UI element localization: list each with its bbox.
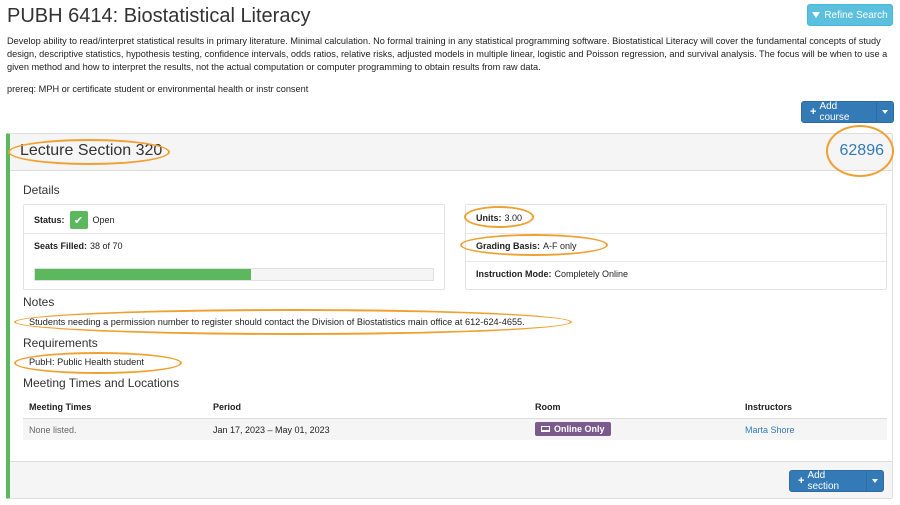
- mode-value: Completely Online: [554, 269, 629, 279]
- refine-search-button[interactable]: Refine Search: [807, 4, 893, 26]
- caret-down-icon: [881, 110, 888, 114]
- column-header-meeting-times: Meeting Times: [29, 402, 92, 412]
- grading-row: Grading Basis: A-F only: [476, 241, 577, 251]
- status-row: Status: ✔ Open: [34, 211, 115, 229]
- seats-value: 38 of 70: [90, 241, 123, 251]
- meetings-heading: Meeting Times and Locations: [23, 376, 180, 390]
- filter-icon: [812, 12, 821, 18]
- course-info-box: Units: 3.00 Grading Basis: A-F only Inst…: [465, 204, 887, 290]
- units-row: Units: 3.00: [476, 213, 522, 223]
- refine-search-label: Refine Search: [824, 9, 888, 21]
- check-icon: ✔: [69, 211, 88, 229]
- room-badge: Online Only: [535, 422, 611, 436]
- divider: [24, 233, 444, 234]
- add-section-button[interactable]: + Add section: [789, 470, 884, 492]
- mode-label: Instruction Mode:: [476, 269, 552, 279]
- section-footer: [10, 461, 892, 498]
- course-prereq: prereq: MPH or certificate student or en…: [7, 84, 309, 94]
- course-title: PUBH 6414: Biostatistical Literacy: [7, 5, 311, 27]
- seats-progress-bar: [34, 268, 434, 281]
- requirements-text: PubH: Public Health student: [29, 357, 144, 367]
- units-value: 3.00: [504, 213, 523, 223]
- details-heading: Details: [23, 183, 60, 197]
- requirements-heading: Requirements: [23, 336, 98, 350]
- section-title: Lecture Section 320: [20, 142, 163, 159]
- add-section-dropdown-toggle[interactable]: [865, 471, 883, 491]
- section-header: Lecture Section 320 62896: [10, 134, 892, 171]
- notes-heading: Notes: [23, 295, 55, 309]
- section-panel: Lecture Section 320 62896 Details Status…: [6, 133, 893, 499]
- seats-label: Seats Filled:: [34, 241, 88, 251]
- seats-progress-fill: [35, 269, 252, 280]
- column-header-period: Period: [213, 402, 242, 412]
- class-number-link[interactable]: 62896: [840, 142, 885, 160]
- status-label: Status:: [34, 215, 65, 225]
- enrollment-box: Status: ✔ Open Seats Filled: 38 of 70: [23, 204, 445, 290]
- grading-value: A-F only: [543, 241, 577, 251]
- plus-icon: +: [798, 475, 805, 487]
- course-description: Develop ability to read/interpret statis…: [7, 36, 888, 72]
- caret-down-icon: [871, 479, 878, 483]
- notes-text: Students needing a permission number to …: [29, 317, 525, 327]
- add-section-label: Add section: [807, 470, 840, 492]
- add-course-main[interactable]: + Add course: [802, 101, 876, 123]
- units-label: Units:: [476, 213, 502, 223]
- instructor-link[interactable]: Marta Shore: [745, 425, 795, 435]
- meeting-times-cell: None listed.: [29, 425, 77, 435]
- column-header-instructors: Instructors: [745, 402, 793, 412]
- laptop-icon: [541, 426, 550, 432]
- add-section-main[interactable]: + Add section: [790, 470, 866, 492]
- room-label: Online Only: [554, 424, 605, 434]
- divider: [466, 233, 886, 234]
- column-header-room: Room: [535, 402, 561, 412]
- seats-row: Seats Filled: 38 of 70: [34, 241, 123, 251]
- mode-row: Instruction Mode: Completely Online: [476, 269, 628, 279]
- add-course-dropdown-toggle[interactable]: [875, 102, 893, 122]
- status-value: Open: [92, 215, 115, 225]
- plus-icon: +: [810, 106, 817, 118]
- period-cell: Jan 17, 2023 – May 01, 2023: [213, 425, 330, 435]
- add-course-label: Add course: [819, 101, 850, 123]
- divider: [466, 261, 886, 262]
- table-row: None listed. Jan 17, 2023 – May 01, 2023…: [23, 418, 887, 440]
- add-course-button[interactable]: + Add course: [801, 101, 894, 123]
- grading-label: Grading Basis:: [476, 241, 541, 251]
